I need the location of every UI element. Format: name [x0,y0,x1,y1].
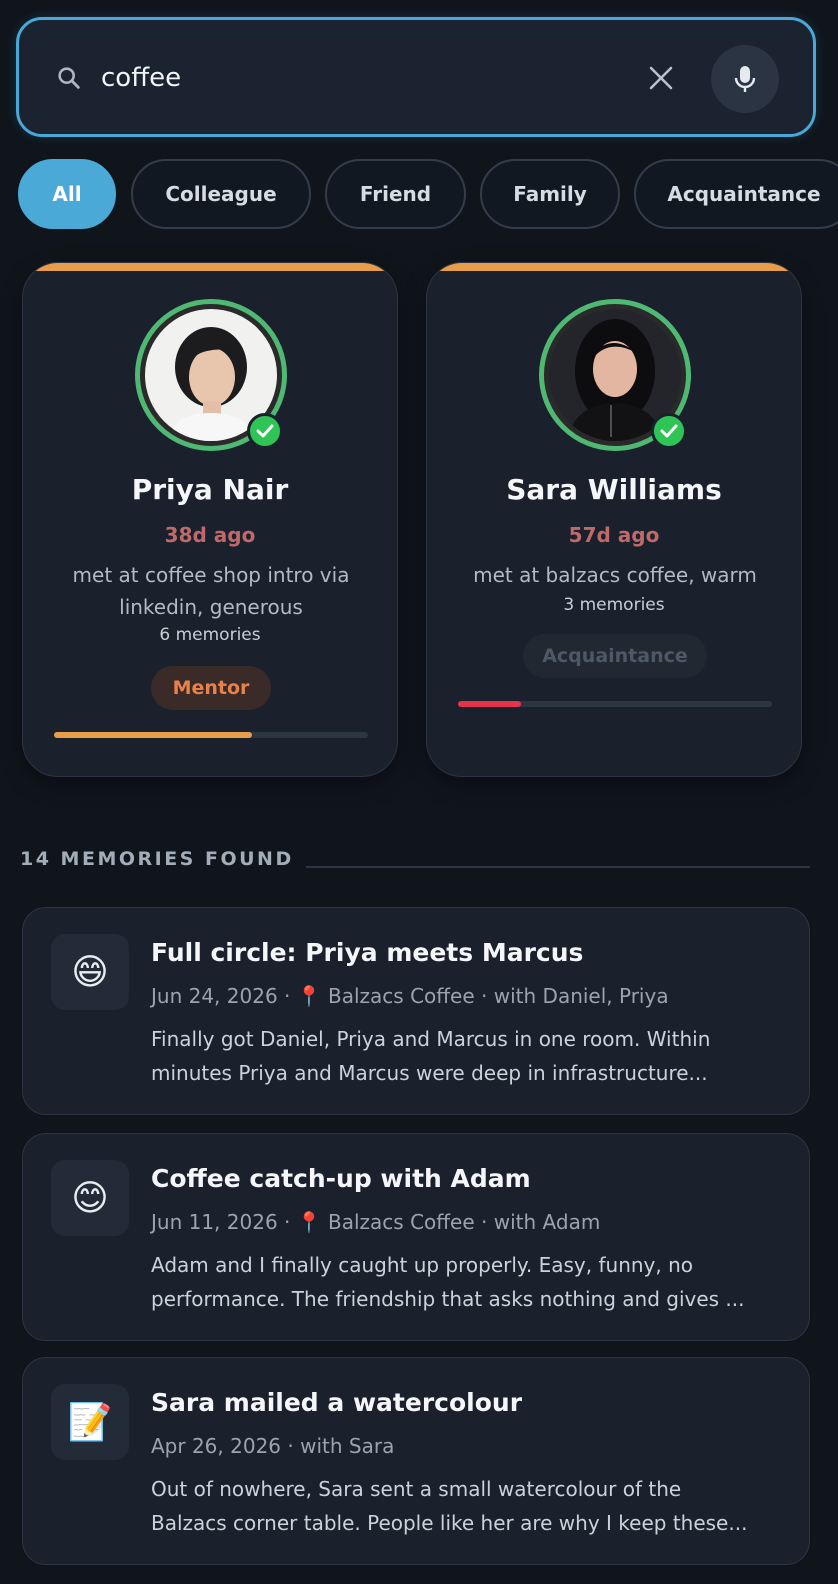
chip-family[interactable]: Family [480,159,620,229]
person-name: Priya Nair [131,473,289,506]
card-accent-bar [23,263,397,271]
memory-title: Full circle: Priya meets Marcus [151,938,584,967]
location-pin-icon: 📍 [296,1210,322,1234]
memory-excerpt: Adam and I finally caught up properly. E… [151,1248,787,1316]
memory-title: Sara mailed a watercolour [151,1388,523,1417]
person-note: met at balzacs coffee, warm [473,563,757,587]
verified-icon [247,413,283,449]
memory-date: Jun 11, 2026 [151,1210,278,1234]
section-divider [306,866,810,868]
search-input[interactable] [101,56,561,100]
memory-people: with Adam [493,1210,601,1234]
search-bar[interactable] [16,17,816,137]
memory-count: 3 memories [563,595,665,615]
last-seen: 57d ago [568,523,660,547]
chip-all[interactable]: All [18,159,116,229]
memory-people: with Daniel, Priya [493,984,669,1008]
memory-people: with Sara [300,1434,395,1458]
memory-meta: Jun 11, 2026 · 📍 Balzacs Coffee · with A… [151,1210,601,1234]
last-seen: 38d ago [164,523,256,547]
memory-card[interactable]: 📝 Sara mailed a watercolour Apr 26, 2026… [22,1357,810,1565]
memory-location: Balzacs Coffee [328,1210,475,1234]
person-card-sara[interactable]: Sara Williams 57d ago met at balzacs cof… [426,262,802,777]
avatar [135,299,287,451]
chip-acquaintance[interactable]: Acquaintance [634,159,838,229]
memory-excerpt-line: Balzacs corner table. People like her ar… [151,1511,748,1535]
memory-date: Apr 26, 2026 [151,1434,282,1458]
memory-location: Balzacs Coffee [328,984,475,1008]
strength-bar [458,701,772,707]
location-pin-icon: 📍 [296,984,322,1008]
strength-fill [54,732,252,738]
close-icon[interactable] [641,58,681,98]
mood-emoji-icon: 😊 [51,1160,129,1236]
microphone-button[interactable] [711,45,779,113]
verified-icon [651,413,687,449]
microphone-icon [734,66,756,92]
person-name: Sara Williams [506,473,722,506]
section-title: 14 MEMORIES FOUND [20,848,294,870]
memory-meta: Jun 24, 2026 · 📍 Balzacs Coffee · with D… [151,984,669,1008]
memory-excerpt-line: Finally got Daniel, Priya and Marcus in … [151,1027,711,1051]
filter-chips: All Colleague Friend Family Acquaintance [18,159,838,231]
memory-excerpt-line: Out of nowhere, Sara sent a small waterc… [151,1477,682,1501]
search-icon [58,67,80,89]
chip-colleague[interactable]: Colleague [131,159,311,229]
person-card-priya[interactable]: Priya Nair 38d ago met at coffee shop in… [22,262,398,777]
memory-meta: Apr 26, 2026 · with Sara [151,1434,395,1458]
avatar [539,299,691,451]
relationship-badge: Acquaintance [523,634,707,678]
memory-excerpt: Finally got Daniel, Priya and Marcus in … [151,1022,787,1090]
mood-emoji-icon: 😄 [51,934,129,1010]
strength-fill [458,701,521,707]
mood-emoji-icon: 📝 [51,1384,129,1460]
memory-excerpt-line: performance. The friendship that asks no… [151,1287,745,1311]
memory-excerpt-line: Adam and I finally caught up properly. E… [151,1253,694,1277]
person-note: met at coffee shop intro via linkedin, g… [72,563,350,619]
memory-date: Jun 24, 2026 [151,984,278,1008]
relationship-badge: Mentor [151,666,271,710]
memory-card[interactable]: 😊 Coffee catch-up with Adam Jun 11, 2026… [22,1133,810,1341]
memory-excerpt-line: minutes Priya and Marcus were deep in in… [151,1061,708,1085]
memory-title: Coffee catch-up with Adam [151,1164,531,1193]
memory-card[interactable]: 😄 Full circle: Priya meets Marcus Jun 24… [22,907,810,1115]
chip-friend[interactable]: Friend [325,159,466,229]
card-accent-bar [427,263,801,271]
strength-bar [54,732,368,738]
memory-count: 6 memories [159,625,261,645]
memory-excerpt: Out of nowhere, Sara sent a small waterc… [151,1472,787,1540]
